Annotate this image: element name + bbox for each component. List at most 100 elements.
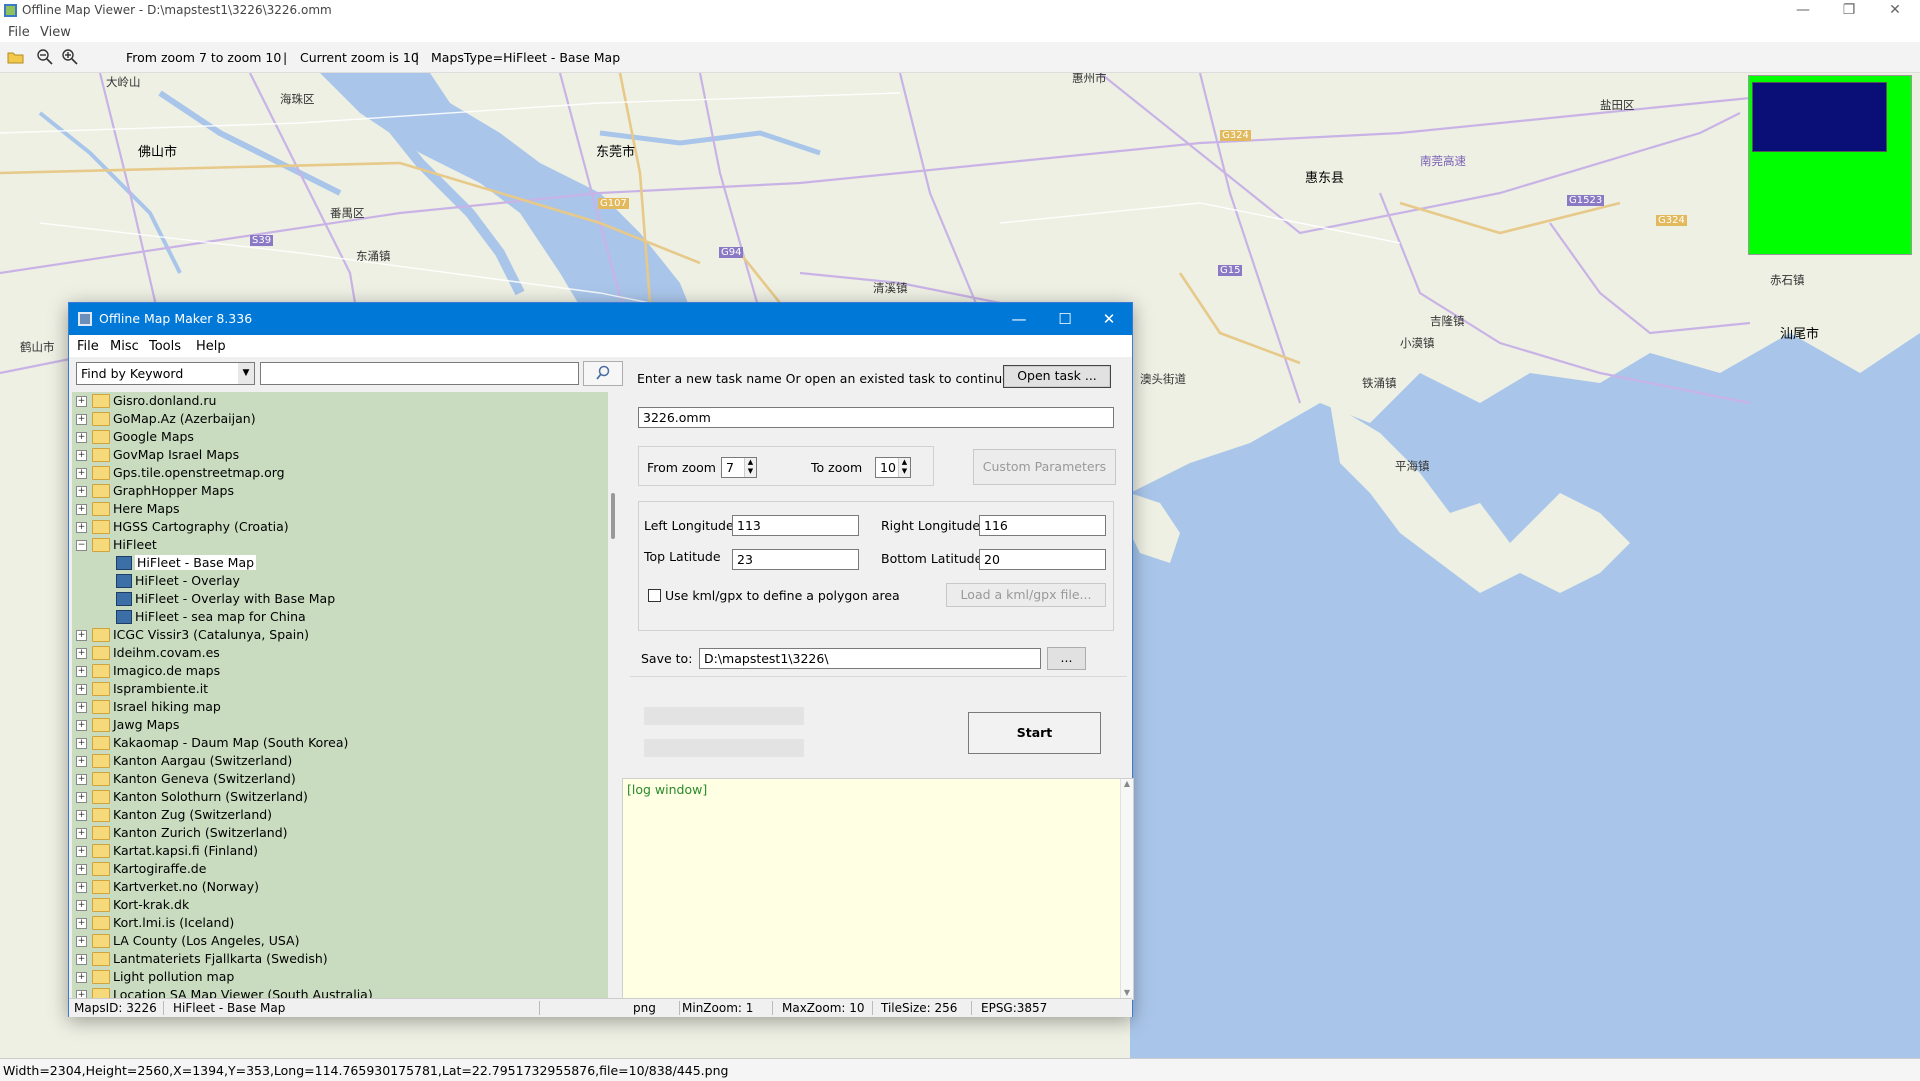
expand-icon[interactable]: +	[76, 918, 87, 929]
tree-item[interactable]: + Imagico.de maps	[72, 662, 608, 680]
dialog-menu-file[interactable]: File	[77, 339, 99, 354]
expand-icon[interactable]: +	[76, 900, 87, 911]
top-latitude-input[interactable]: 23	[732, 549, 859, 570]
tree-item[interactable]: + Lantmateriets Fjallkarta (Swedish)	[72, 950, 608, 968]
left-longitude-input[interactable]: 113	[732, 515, 859, 536]
scroll-down-icon[interactable]: ▼	[1121, 988, 1133, 997]
map-source-tree[interactable]: + Gisro.donland.ru + GoMap.Az (Azerbaijan) +…	[72, 392, 608, 998]
task-name-input[interactable]: 3226.omm	[638, 407, 1114, 428]
tree-item[interactable]: + Kanton Aargau (Switzerland)	[72, 752, 608, 770]
spin-arrows-icon[interactable]: ▲ ▼	[898, 458, 910, 477]
to-zoom-stepper[interactable]: 10 ▲ ▼	[875, 457, 911, 478]
zoom-in-icon[interactable]	[62, 49, 78, 65]
collapse-icon[interactable]: −	[76, 540, 87, 551]
expand-icon[interactable]: +	[76, 414, 87, 425]
tree-scroll-thumb[interactable]	[611, 493, 615, 539]
tree-scrollbar[interactable]	[610, 392, 618, 998]
dialog-maximize-button[interactable]: ☐	[1042, 303, 1088, 335]
custom-parameters-button[interactable]: Custom Parameters	[973, 449, 1116, 485]
start-button[interactable]: Start	[968, 712, 1101, 754]
scroll-up-icon[interactable]: ▲	[1121, 779, 1133, 788]
browse-button[interactable]: ...	[1047, 647, 1086, 670]
tree-item[interactable]: HiFleet - Overlay with Base Map	[72, 590, 608, 608]
expand-icon[interactable]: +	[76, 504, 87, 515]
tree-item[interactable]: + Light pollution map	[72, 968, 608, 986]
tree-item[interactable]: + LA County (Los Angeles, USA)	[72, 932, 608, 950]
tree-item[interactable]: + HGSS Cartography (Croatia)	[72, 518, 608, 536]
from-zoom-stepper[interactable]: 7 ▲ ▼	[721, 457, 757, 478]
expand-icon[interactable]: +	[76, 954, 87, 965]
load-kml-button[interactable]: Load a kml/gpx file...	[946, 583, 1106, 607]
tree-item[interactable]: + Google Maps	[72, 428, 608, 446]
expand-icon[interactable]: +	[76, 972, 87, 983]
tree-item[interactable]: + GoMap.Az (Azerbaijan)	[72, 410, 608, 428]
expand-icon[interactable]: +	[76, 792, 87, 803]
find-mode-select[interactable]: Find by Keyword ▼	[76, 362, 255, 385]
close-button[interactable]: ✕	[1872, 0, 1918, 22]
tree-item[interactable]: + Kort-krak.dk	[72, 896, 608, 914]
expand-icon[interactable]: +	[76, 432, 87, 443]
dialog-close-button[interactable]: ✕	[1086, 303, 1132, 335]
minimap[interactable]	[1748, 75, 1912, 255]
tree-item[interactable]: + Kanton Solothurn (Switzerland)	[72, 788, 608, 806]
expand-icon[interactable]: +	[76, 936, 87, 947]
zoom-out-icon[interactable]	[37, 49, 53, 65]
open-folder-icon[interactable]	[7, 50, 25, 64]
expand-icon[interactable]: +	[76, 468, 87, 479]
tree-item[interactable]: + ICGC Vissir3 (Catalunya, Spain)	[72, 626, 608, 644]
tree-item[interactable]: + Ideihm.covam.es	[72, 644, 608, 662]
tree-item[interactable]: + Gps.tile.openstreetmap.org	[72, 464, 608, 482]
menu-file[interactable]: File	[8, 25, 30, 40]
tree-item[interactable]: + Isprambiente.it	[72, 680, 608, 698]
expand-icon[interactable]: +	[76, 684, 87, 695]
minimap-viewport[interactable]	[1752, 82, 1887, 152]
expand-icon[interactable]: +	[76, 630, 87, 641]
dialog-menu-tools[interactable]: Tools	[149, 339, 181, 354]
tree-item[interactable]: HiFleet - sea map for China	[72, 608, 608, 626]
dialog-menu-misc[interactable]: Misc	[110, 339, 139, 354]
log-window[interactable]: [log window] ▲ ▼	[622, 778, 1134, 1000]
dialog-minimize-button[interactable]: —	[996, 303, 1042, 335]
expand-icon[interactable]: +	[76, 720, 87, 731]
tree-item[interactable]: HiFleet - Overlay	[72, 572, 608, 590]
tree-item[interactable]: + Kartverket.no (Norway)	[72, 878, 608, 896]
minimize-button[interactable]: —	[1780, 0, 1826, 22]
right-longitude-input[interactable]: 116	[979, 515, 1106, 536]
expand-icon[interactable]: +	[76, 882, 87, 893]
expand-icon[interactable]: +	[76, 666, 87, 677]
expand-icon[interactable]: +	[76, 828, 87, 839]
expand-icon[interactable]: +	[76, 738, 87, 749]
find-input[interactable]	[260, 362, 579, 385]
tree-item[interactable]: + Gisro.donland.ru	[72, 392, 608, 410]
dialog-menu-help[interactable]: Help	[196, 339, 226, 354]
tree-item[interactable]: + Kartogiraffe.de	[72, 860, 608, 878]
tree-item[interactable]: + Kanton Zurich (Switzerland)	[72, 824, 608, 842]
expand-icon[interactable]: +	[76, 702, 87, 713]
kml-checkbox[interactable]	[648, 589, 661, 602]
tree-item[interactable]: + GraphHopper Maps	[72, 482, 608, 500]
tree-item[interactable]: + GovMap Israel Maps	[72, 446, 608, 464]
expand-icon[interactable]: +	[76, 990, 87, 998]
expand-icon[interactable]: +	[76, 774, 87, 785]
expand-icon[interactable]: +	[76, 756, 87, 767]
tree-item[interactable]: + Kanton Geneva (Switzerland)	[72, 770, 608, 788]
spin-arrows-icon[interactable]: ▲ ▼	[744, 458, 756, 477]
tree-item[interactable]: + Kartat.kapsi.fi (Finland)	[72, 842, 608, 860]
tree-item[interactable]: + Kanton Zug (Switzerland)	[72, 806, 608, 824]
tree-item[interactable]: + Jawg Maps	[72, 716, 608, 734]
tree-item[interactable]: + Location SA Map Viewer (South Australia…	[72, 986, 608, 998]
restore-button[interactable]: ❐	[1826, 0, 1872, 22]
tree-item[interactable]: + Here Maps	[72, 500, 608, 518]
tree-item[interactable]: + Kort.lmi.is (Iceland)	[72, 914, 608, 932]
tree-item[interactable]: HiFleet - Base Map	[72, 554, 608, 572]
expand-icon[interactable]: +	[76, 396, 87, 407]
chevron-down-icon[interactable]: ▼	[238, 363, 254, 384]
expand-icon[interactable]: +	[76, 450, 87, 461]
expand-icon[interactable]: +	[76, 486, 87, 497]
expand-icon[interactable]: +	[76, 648, 87, 659]
log-scrollbar[interactable]: ▲ ▼	[1120, 779, 1133, 999]
open-task-button[interactable]: Open task ...	[1003, 365, 1111, 388]
search-button[interactable]	[583, 361, 623, 386]
expand-icon[interactable]: +	[76, 522, 87, 533]
bottom-latitude-input[interactable]: 20	[979, 549, 1106, 570]
